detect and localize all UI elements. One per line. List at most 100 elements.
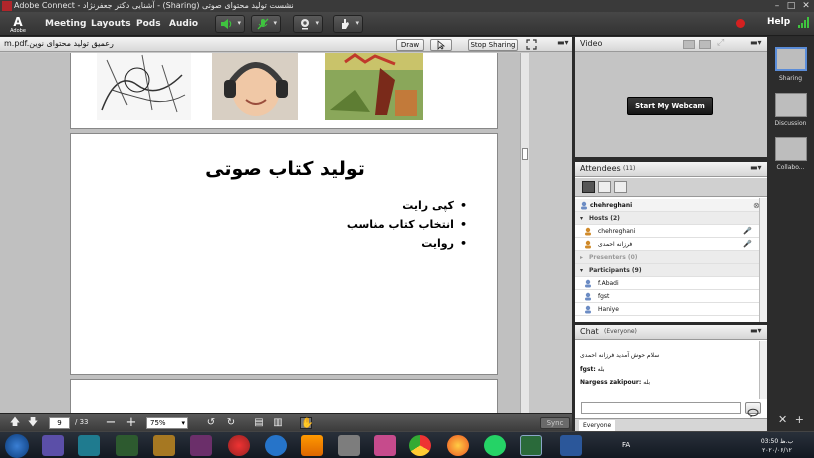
- record-app-icon[interactable]: [228, 435, 250, 456]
- list-view-icon[interactable]: [582, 181, 595, 193]
- menu-meeting[interactable]: Meeting: [45, 17, 86, 31]
- scrollbar-thumb[interactable]: [522, 148, 528, 160]
- menu-audio[interactable]: Audio: [169, 17, 198, 31]
- chat-message-text: بله: [597, 366, 605, 373]
- document-side-margin: [529, 53, 572, 413]
- raise-hand-button[interactable]: ▾: [333, 15, 363, 33]
- filmstrip-view-icon[interactable]: [699, 40, 711, 49]
- zoom-select[interactable]: 75% ▾: [146, 417, 188, 429]
- speaker-icon: [221, 19, 232, 29]
- grid-view-icon[interactable]: [683, 40, 695, 49]
- hosts-group[interactable]: ▾ Hosts (2): [575, 212, 759, 225]
- taskbar-app-icon[interactable]: [190, 435, 212, 456]
- sync-button[interactable]: Sync: [540, 417, 570, 429]
- taskbar-app-icon[interactable]: [338, 435, 360, 456]
- pod-options-menu-icon[interactable]: ▬▾: [750, 38, 762, 47]
- layout-label: Discussion: [774, 120, 807, 127]
- send-message-button[interactable]: [745, 402, 761, 418]
- word-icon[interactable]: [560, 435, 582, 456]
- fullscreen-icon[interactable]: ⤢: [717, 38, 724, 48]
- pod-options-menu-icon[interactable]: ▬▾: [750, 163, 762, 172]
- previous-page-arrow-icon[interactable]: 🡅: [9, 417, 21, 429]
- close-layouts-icon[interactable]: ✕: [778, 413, 787, 426]
- attendee-row[interactable]: فرزانه احمدی 🎤: [575, 238, 759, 251]
- fit-page-icon[interactable]: ▥: [272, 417, 284, 429]
- attendee-name: فرزانه احمدی: [598, 241, 633, 248]
- menu-pods[interactable]: Pods: [136, 17, 161, 31]
- windows-start-button[interactable]: [5, 434, 29, 458]
- layout-sharing-thumbnail[interactable]: [775, 47, 807, 71]
- shared-file-name: m.pdf.رعمیق تولید محتوای نوین: [4, 39, 114, 48]
- close-window-button[interactable]: ✕: [799, 0, 813, 12]
- taskbar-app-icon[interactable]: [265, 435, 287, 456]
- input-language[interactable]: FA: [622, 441, 630, 449]
- document-scrollbar[interactable]: [520, 53, 529, 413]
- chat-message-input[interactable]: [581, 402, 741, 414]
- attendee-row[interactable]: f.Abadi: [575, 277, 759, 290]
- recording-indicator-icon[interactable]: [736, 19, 745, 28]
- menu-layouts[interactable]: Layouts: [91, 17, 131, 31]
- rotate-left-icon[interactable]: ↺: [205, 417, 217, 429]
- chat-scope: (Everyone): [604, 328, 637, 335]
- draw-button[interactable]: Draw: [396, 39, 424, 51]
- chrome-icon[interactable]: [409, 435, 431, 456]
- add-layout-icon[interactable]: +: [795, 413, 804, 426]
- taskbar-app-icon[interactable]: [78, 435, 100, 456]
- presenters-group[interactable]: ▸ Presenters (0): [575, 251, 759, 264]
- page-total: / 33: [75, 418, 89, 426]
- status-view-icon[interactable]: [598, 181, 611, 193]
- layout-collaboration-thumbnail[interactable]: [775, 137, 807, 161]
- start-webcam-button[interactable]: Start My Webcam: [627, 97, 713, 115]
- page-number-input[interactable]: 9: [49, 417, 70, 429]
- layout-label: Sharing: [778, 75, 803, 82]
- chat-tab-everyone[interactable]: Everyone: [579, 420, 616, 431]
- whatsapp-icon[interactable]: [484, 435, 506, 456]
- participant-user-icon: [585, 279, 591, 288]
- next-page-arrow-icon[interactable]: 🡇: [27, 417, 39, 429]
- user-status-icon: [581, 201, 587, 210]
- taskbar-app-icon[interactable]: [374, 435, 396, 456]
- vlc-icon[interactable]: [301, 435, 323, 456]
- attendee-row[interactable]: chehreghani 🎤: [575, 225, 759, 238]
- zoom-in-icon[interactable]: +: [125, 416, 137, 429]
- attendee-row[interactable]: Haniye: [575, 303, 759, 316]
- chat-message: سلام حوش آمدید فرزانه احمدی: [580, 352, 659, 359]
- fullscreen-icon[interactable]: [526, 39, 537, 50]
- taskbar-app-icon[interactable]: [116, 435, 138, 456]
- speech-bubble-icon: [747, 408, 759, 418]
- taskbar-app-icon[interactable]: [153, 435, 175, 456]
- zoom-out-icon[interactable]: −: [105, 416, 117, 429]
- microphone-button[interactable]: ▾: [251, 15, 281, 33]
- firefox-icon[interactable]: [447, 435, 469, 456]
- help-menu[interactable]: Help: [767, 17, 790, 27]
- minimize-window-button[interactable]: –: [770, 0, 784, 12]
- chat-scrollbar[interactable]: [759, 341, 767, 399]
- attendees-scrollbar[interactable]: [759, 198, 767, 322]
- chat-tabs: Everyone: [575, 418, 767, 431]
- participants-group[interactable]: ▾ Participants (9): [575, 264, 759, 277]
- webcam-button[interactable]: ▾: [293, 15, 323, 33]
- document-viewer[interactable]: تولید کتاب صوتی کپی رایت انتخاب کتاب منا…: [0, 53, 520, 413]
- microphone-muted-icon: 🎤: [743, 240, 752, 248]
- speaker-button[interactable]: ▾: [215, 15, 245, 33]
- attendees-pod: Attendees (11) ▬▾ chehreghani ⊗ ▾ Hosts …: [575, 162, 767, 322]
- role-view-icon[interactable]: [614, 181, 627, 193]
- slide-title: تولید کتاب صوتی: [205, 158, 365, 180]
- pointer-tool-button[interactable]: [430, 39, 452, 51]
- stop-sharing-button[interactable]: Stop Sharing: [468, 39, 518, 51]
- maximize-window-button[interactable]: □: [784, 0, 798, 12]
- attendee-row[interactable]: fgst: [575, 290, 759, 303]
- pod-options-menu-icon[interactable]: ▬▾: [557, 38, 569, 47]
- adobe-connect-taskbar-icon[interactable]: [520, 435, 542, 456]
- rotate-right-icon[interactable]: ↻: [225, 417, 237, 429]
- layout-discussion-thumbnail[interactable]: [775, 93, 807, 117]
- chat-pod-title: Chat: [580, 327, 599, 336]
- system-clock[interactable]: 03:50 ب.ظ ۲۰۲۰/۰۶/۱۲: [760, 437, 794, 455]
- pod-options-menu-icon[interactable]: ▬▾: [750, 326, 762, 335]
- chat-pod-header: Chat (Everyone) ▬▾: [575, 325, 767, 340]
- fit-width-icon[interactable]: ▤: [253, 417, 265, 429]
- taskbar-app-icon[interactable]: [42, 435, 64, 456]
- hand-tool-icon[interactable]: ✋: [300, 417, 313, 429]
- hosts-group-label: Hosts (2): [589, 215, 620, 222]
- current-user-row[interactable]: chehreghani ⊗: [575, 199, 760, 212]
